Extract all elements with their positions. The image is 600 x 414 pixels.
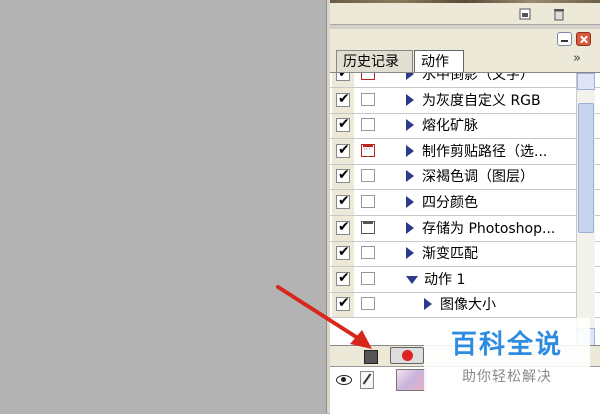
watermark-subtitle: 助你轻松解决 <box>462 369 552 385</box>
watermark: 百科全说 助你轻松解决 <box>424 318 590 400</box>
arrow-shaft <box>276 285 366 344</box>
watermark-title: 百科全说 <box>450 330 563 360</box>
